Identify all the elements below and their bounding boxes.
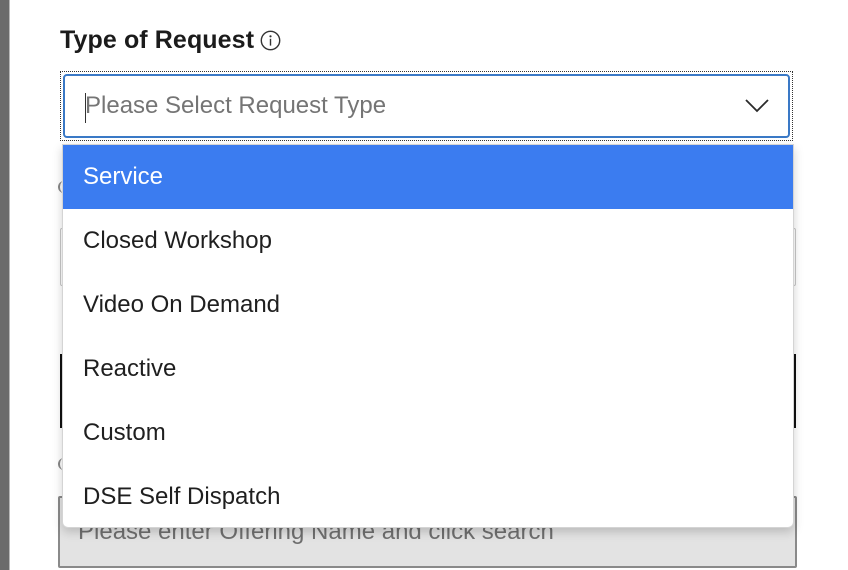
option-label: Closed Workshop — [83, 227, 272, 254]
chevron-down-icon[interactable] — [744, 98, 770, 114]
request-type-label: Type of Request — [60, 26, 255, 54]
option-label: Video On Demand — [83, 291, 281, 318]
option-video-on-demand[interactable]: Video On Demand — [63, 273, 793, 337]
option-label: Custom — [83, 419, 166, 446]
left-panel-edge — [0, 0, 9, 570]
request-type-select-control[interactable]: Please Select Request Type — [63, 74, 790, 138]
option-reactive[interactable]: Reactive — [63, 337, 793, 401]
left-panel-divider — [9, 0, 10, 570]
option-label: DSE Self Dispatch — [83, 483, 281, 510]
option-dse-self-dispatch[interactable]: DSE Self Dispatch — [63, 465, 793, 527]
request-type-options-list[interactable]: Service Closed Workshop Video On Demand … — [62, 144, 794, 528]
option-service[interactable]: Service — [63, 145, 793, 209]
text-caret — [85, 93, 86, 123]
option-label: Reactive — [83, 355, 177, 382]
request-type-placeholder: Please Select Request Type — [85, 92, 387, 119]
option-custom[interactable]: Custom — [63, 401, 793, 465]
option-closed-workshop[interactable]: Closed Workshop — [63, 209, 793, 273]
info-circle-icon[interactable] — [260, 30, 281, 51]
request-type-label-row: Type of Request — [60, 26, 281, 55]
option-label: Service — [83, 163, 164, 190]
request-type-select[interactable]: Please Select Request Type — [60, 71, 793, 141]
